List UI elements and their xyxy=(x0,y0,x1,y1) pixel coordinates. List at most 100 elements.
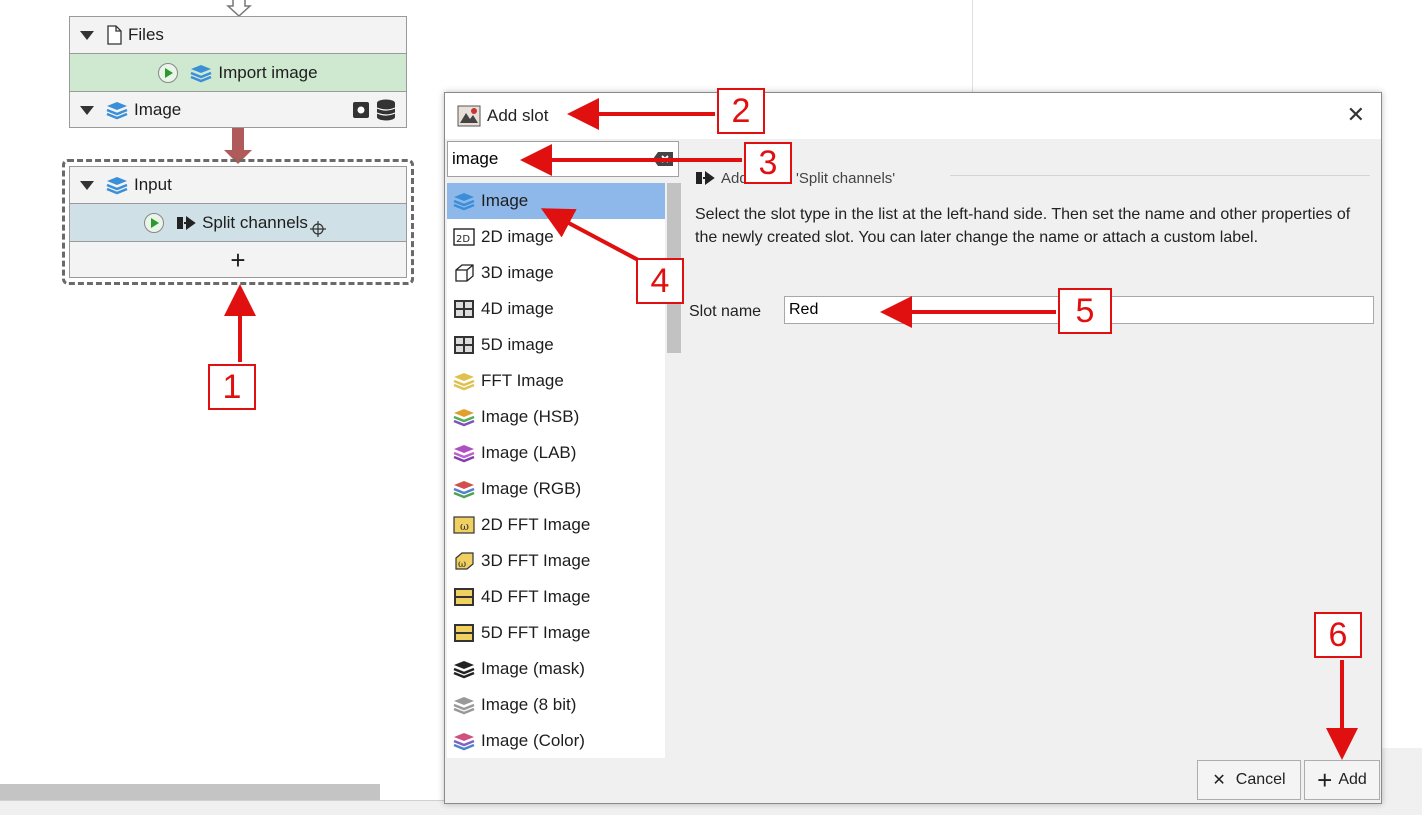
file-icon xyxy=(106,25,122,45)
5d-fft-icon xyxy=(453,623,475,643)
slot-type-item[interactable]: 4D image xyxy=(447,291,665,327)
slot-type-label: Image (Color) xyxy=(481,731,585,750)
slot-type-label: 5D image xyxy=(481,335,554,354)
slot-type-label: Image (LAB) xyxy=(481,443,577,462)
split-channels-icon xyxy=(695,169,715,187)
slot-type-label: Image (HSB) xyxy=(481,407,580,426)
svg-text:2D: 2D xyxy=(456,234,470,245)
slot-type-item[interactable]: Image (RGB) xyxy=(447,471,665,507)
slot-type-item[interactable]: 4D FFT Image xyxy=(447,579,665,615)
annotation-badge-4: 4 xyxy=(636,258,684,304)
dialog-titlebar[interactable]: Add slot ✕ xyxy=(445,93,1381,139)
slot-type-item[interactable]: Image (LAB) xyxy=(447,435,665,471)
add-label: Add xyxy=(1338,771,1367,788)
files-node[interactable]: Files Import image Image xyxy=(69,16,407,128)
split-channels-node[interactable]: Input Split channels + xyxy=(69,166,407,278)
slot-type-label: 3D FFT Image xyxy=(481,551,591,570)
slot-type-label: 2D image xyxy=(481,227,554,246)
add-slot-header: Add slot to 'Split channels' xyxy=(695,169,895,187)
fft-image-icon xyxy=(453,371,475,391)
4d-fft-icon xyxy=(453,587,475,607)
annotation-badge-2: 2 xyxy=(717,88,765,134)
add-slot-button[interactable]: + xyxy=(70,241,406,278)
cancel-button[interactable]: ✕ Cancel xyxy=(1197,760,1301,800)
panel-divider xyxy=(972,0,973,92)
files-node-header[interactable]: Files xyxy=(70,17,406,53)
collapse-triangle-icon[interactable] xyxy=(80,105,94,115)
split-channels-step[interactable]: Split channels xyxy=(70,203,406,241)
4d-icon xyxy=(453,299,475,319)
slot-type-item[interactable]: Image (Color) xyxy=(447,723,665,758)
collapse-triangle-icon[interactable] xyxy=(80,180,94,190)
import-image-label: Import image xyxy=(218,62,318,82)
slot-type-label: 2D FFT Image xyxy=(481,515,591,534)
horizontal-scrollbar-thumb[interactable] xyxy=(0,784,380,800)
annotation-badge-3: 3 xyxy=(744,142,792,184)
dialog-title: Add slot xyxy=(487,106,549,125)
slot-type-item[interactable]: FFT Image xyxy=(447,363,665,399)
slot-name-label: Slot name xyxy=(689,303,762,320)
cancel-x-icon: ✕ xyxy=(1212,772,1226,789)
svg-text:ω: ω xyxy=(458,559,466,570)
annotation-badge-5: 5 xyxy=(1058,288,1112,334)
split-channels-icon xyxy=(176,214,196,232)
2d-icon: 2D xyxy=(453,227,475,247)
database-icon[interactable] xyxy=(376,99,396,121)
slot-type-label: Image (mask) xyxy=(481,659,585,678)
header-rule xyxy=(950,175,1370,176)
add-slot-dialog: Add slot ✕ Image 2D 2D image 3D image 4D ima… xyxy=(444,92,1382,804)
slot-type-item[interactable]: ω 2D FFT Image xyxy=(447,507,665,543)
color-image-icon xyxy=(453,731,475,751)
slot-type-label: Image xyxy=(481,191,529,210)
slot-type-item[interactable]: Image (mask) xyxy=(447,651,665,687)
annotation-badge-6: 6 xyxy=(1314,612,1362,658)
crosshair-icon[interactable] xyxy=(309,220,326,237)
import-image-step[interactable]: Import image xyxy=(70,53,406,91)
image-layers-icon xyxy=(106,175,128,195)
slot-type-list[interactable]: Image 2D 2D image 3D image 4D image 5D image F… xyxy=(447,183,665,758)
image-output-label: Image xyxy=(134,100,182,119)
5d-icon xyxy=(453,335,475,355)
image-layers-icon xyxy=(190,63,212,83)
8bit-image-icon xyxy=(453,695,475,715)
slot-type-search[interactable] xyxy=(447,141,679,177)
slot-type-item[interactable]: Image (8 bit) xyxy=(447,687,665,723)
files-node-title: Files xyxy=(128,25,164,44)
dialog-description: Select the slot type in the list at the … xyxy=(695,206,1351,246)
collapse-triangle-icon[interactable] xyxy=(80,30,94,40)
2d-fft-icon: ω xyxy=(453,515,475,535)
close-icon[interactable]: ✕ xyxy=(1347,104,1365,126)
app-icon xyxy=(457,105,481,127)
image-layers-icon xyxy=(453,191,475,211)
slot-type-label: Image (RGB) xyxy=(481,479,582,498)
split-channels-label: Split channels xyxy=(202,212,308,232)
slot-type-label: 4D FFT Image xyxy=(481,587,591,606)
run-icon[interactable] xyxy=(158,62,179,83)
slot-type-item[interactable]: ω 3D FFT Image xyxy=(447,543,665,579)
3d-fft-icon: ω xyxy=(453,551,475,571)
slot-type-label: 3D image xyxy=(481,263,554,282)
slot-type-item[interactable]: Image xyxy=(447,183,665,219)
mask-image-icon xyxy=(453,659,475,679)
image-output-row[interactable]: Image xyxy=(70,91,406,128)
input-slot-row[interactable]: Input xyxy=(70,167,406,203)
search-input[interactable] xyxy=(452,149,642,169)
svg-text:ω: ω xyxy=(460,520,469,533)
slot-type-label: FFT Image xyxy=(481,371,564,390)
lab-image-icon xyxy=(453,443,475,463)
clear-search-icon[interactable] xyxy=(652,151,674,167)
slot-type-item[interactable]: 2D 2D image xyxy=(447,219,665,255)
slot-type-item[interactable]: 3D image xyxy=(447,255,665,291)
slot-type-item[interactable]: Image (HSB) xyxy=(447,399,665,435)
3d-cube-icon xyxy=(453,263,475,283)
add-slot-plus-icon: + xyxy=(230,245,246,275)
run-icon[interactable] xyxy=(144,212,165,233)
rgb-image-icon xyxy=(453,479,475,499)
add-plus-icon: + xyxy=(1317,765,1333,795)
slot-type-item[interactable]: 5D image xyxy=(447,327,665,363)
preview-icon[interactable] xyxy=(352,101,370,119)
slot-type-item[interactable]: 5D FFT Image xyxy=(447,615,665,651)
add-button[interactable]: + Add xyxy=(1304,760,1380,800)
hsb-image-icon xyxy=(453,407,475,427)
slot-type-label: 5D FFT Image xyxy=(481,623,591,642)
